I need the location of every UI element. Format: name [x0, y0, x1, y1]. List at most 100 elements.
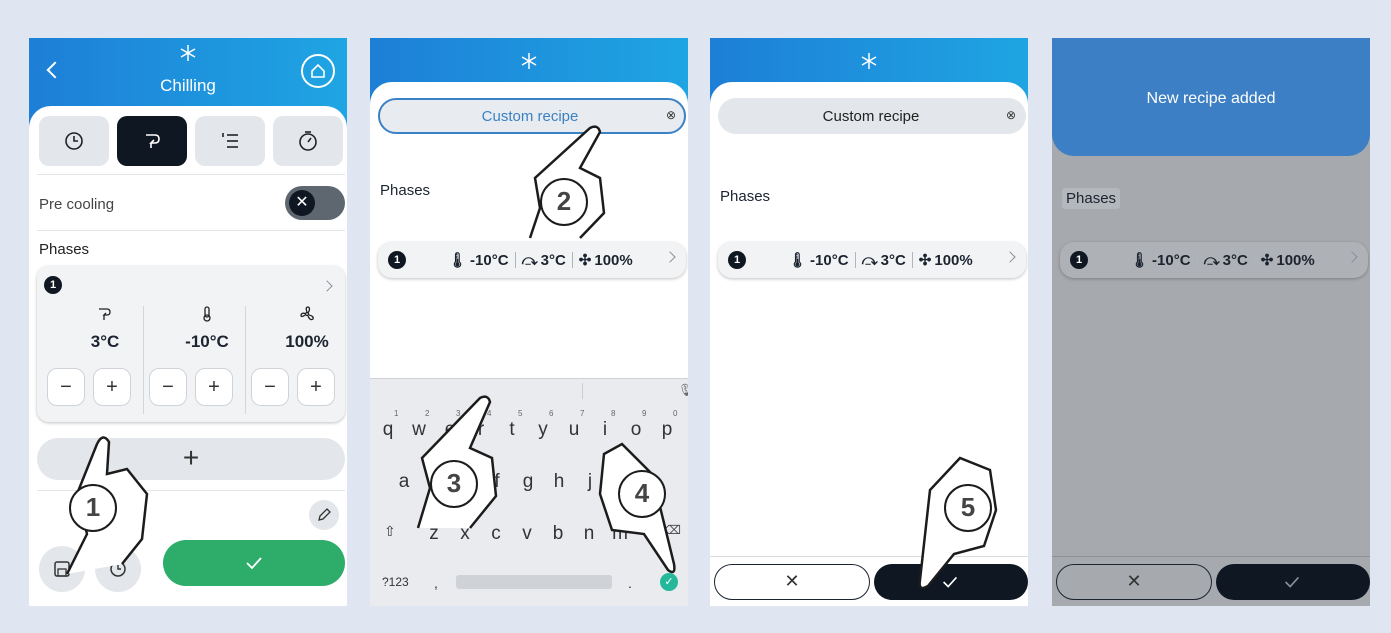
chamber-temp-minus-button[interactable]: − — [149, 368, 187, 406]
check-icon — [246, 557, 262, 570]
fan-icon: ✣ — [918, 252, 932, 269]
pencil-icon — [318, 508, 331, 521]
chevron-right-icon — [1004, 251, 1016, 263]
clock-icon — [65, 132, 83, 150]
comma-key[interactable]: , — [434, 575, 438, 591]
step-marker-4: 4 — [592, 434, 688, 584]
step-marker-2: 2 — [520, 118, 610, 248]
key-hint-7: 7 — [580, 409, 585, 418]
screen-chilling: Chilling Pre cooling ✕ Phases 1 3°C -10°… — [29, 38, 347, 606]
thermometer-icon — [203, 306, 211, 322]
phase-row[interactable]: 1 🌡 -10°C ⤼ 3°C ✣ 100% — [718, 242, 1026, 278]
phase-fan: 100% — [1276, 251, 1315, 269]
key-u[interactable]: u — [562, 419, 586, 441]
symbols-key[interactable]: ?123 — [382, 575, 409, 589]
confirm-button[interactable] — [163, 540, 345, 586]
timer-icon — [299, 131, 317, 151]
spacebar[interactable] — [456, 575, 612, 589]
key-y[interactable]: y — [531, 419, 555, 441]
tab-probe[interactable] — [117, 116, 187, 166]
divider — [37, 230, 345, 231]
phases-label: Phases — [39, 241, 90, 258]
step-marker-5: 5 — [900, 450, 1000, 600]
key-hint-6: 6 — [549, 409, 554, 418]
pointing-hand-icon — [918, 456, 998, 590]
fan-speed-plus-button[interactable]: + — [297, 368, 335, 406]
divider — [1052, 556, 1370, 557]
chill-probe-icon: ⤼ — [1203, 251, 1220, 269]
step-marker-1: 1 — [47, 424, 157, 594]
snowflake-icon — [861, 53, 877, 69]
key-t[interactable]: t — [500, 419, 524, 441]
phase-number: 1 — [44, 276, 62, 294]
chill-probe-icon — [99, 308, 111, 320]
key-h[interactable]: h — [547, 471, 571, 493]
edit-button[interactable] — [309, 500, 339, 530]
screen-review-recipe: Custom recipe ⊗ Phases 1 🌡 -10°C ⤼ 3°C ✣ 10… — [710, 38, 1028, 606]
divider — [37, 174, 345, 175]
banner-text: New recipe added — [1146, 90, 1276, 107]
cancel-button[interactable]: ✕ — [714, 564, 870, 600]
key-g[interactable]: g — [516, 471, 540, 493]
tab-clock[interactable] — [39, 116, 109, 166]
save-recipe-button — [1216, 564, 1370, 600]
fan-icon: ✣ — [1260, 252, 1274, 269]
key-v[interactable]: v — [515, 523, 539, 545]
list-icon — [222, 133, 238, 148]
fan-icon: ✣ — [578, 252, 592, 269]
divider — [245, 306, 246, 414]
chill-probe-icon: ⤼ — [521, 251, 538, 269]
chevron-right-icon — [1346, 251, 1358, 263]
phase-temp: -10°C — [470, 251, 509, 269]
clear-icon[interactable]: ⊗ — [666, 108, 676, 122]
phase-core: 3°C — [880, 251, 906, 269]
tab-list[interactable] — [195, 116, 265, 166]
phase-fan: 100% — [594, 251, 633, 269]
key-hint-1: 1 — [394, 409, 399, 418]
phase-number: 1 — [728, 251, 746, 269]
core-temp-value: 3°C — [90, 332, 120, 351]
clear-icon[interactable]: ⊗ — [1006, 108, 1016, 122]
chamber-temp-value: -10°C — [185, 332, 229, 351]
key-hint-5: 5 — [518, 409, 523, 418]
fan-speed-value: 100% — [285, 332, 329, 351]
core-temp-plus-button[interactable]: + — [93, 368, 131, 406]
core-temp-minus-button[interactable]: − — [47, 368, 85, 406]
key-q[interactable]: q — [376, 419, 400, 441]
divider — [143, 306, 144, 414]
fan-speed-minus-button[interactable]: − — [251, 368, 289, 406]
home-icon — [311, 63, 325, 78]
chamber-temp-plus-button[interactable]: + — [195, 368, 233, 406]
chill-probe-icon: ⤼ — [861, 251, 878, 269]
key-hint-9: 9 — [642, 409, 647, 418]
phase-fan: 100% — [934, 251, 973, 269]
snowflake-icon — [180, 45, 196, 61]
phases-label: Phases — [720, 188, 771, 205]
check-icon — [1284, 576, 1300, 588]
key-b[interactable]: b — [546, 523, 570, 545]
pre-cooling-label: Pre cooling — [39, 196, 115, 213]
confirmation-banner: New recipe added — [1052, 38, 1370, 156]
microphone-icon[interactable]: 🎙 — [678, 383, 688, 397]
phase-number: 1 — [388, 251, 406, 269]
thermometer-icon: 🌡 — [448, 252, 468, 269]
phase-row: 1 🌡 -10°C ⤼ 3°C ✣ 100% — [1060, 242, 1368, 278]
chevron-right-icon[interactable] — [321, 280, 333, 292]
recipe-name-input[interactable]: Custom recipe ⊗ — [718, 98, 1026, 134]
fan-icon — [300, 306, 314, 321]
phase-temp: -10°C — [1152, 251, 1191, 269]
phase-card: 1 3°C -10°C 100% − + − + − + — [37, 266, 345, 422]
divider — [582, 383, 583, 399]
home-button[interactable] — [301, 54, 335, 88]
phase-number: 1 — [1070, 251, 1088, 269]
shift-key[interactable]: ⇧ — [384, 523, 396, 540]
key-hint-0: 0 — [673, 409, 678, 418]
pre-cooling-toggle[interactable]: ✕ — [285, 186, 345, 220]
screen-name-recipe: Custom recipe ⊗ Phases 1 🌡 -10°C ⤼ 3°C ✣ 10… — [370, 38, 688, 606]
phase-temp: -10°C — [810, 251, 849, 269]
tab-timer[interactable] — [273, 116, 343, 166]
chevron-right-icon — [664, 251, 676, 263]
phase-core: 3°C — [1222, 251, 1248, 269]
thermometer-icon: 🌡 — [788, 252, 808, 269]
snowflake-icon — [521, 53, 537, 69]
